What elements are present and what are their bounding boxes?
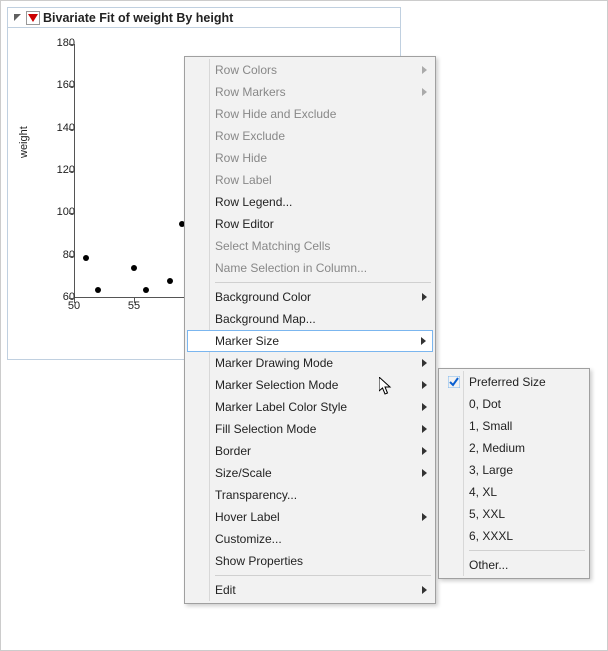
y-tick-label: 180	[47, 37, 75, 49]
menu-item[interactable]: Row Editor	[187, 213, 433, 235]
panel-title-bar: Bivariate Fit of weight By height	[8, 8, 400, 28]
submenu-item-label: 1, Small	[469, 419, 512, 433]
menu-item[interactable]: Fill Selection Mode	[187, 418, 433, 440]
menu-item-label: Customize...	[215, 532, 282, 546]
submenu-arrow-icon	[422, 447, 427, 455]
menu-item[interactable]: Border	[187, 440, 433, 462]
menu-item-label: Hover Label	[215, 510, 280, 524]
menu-item-label: Row Hide and Exclude	[215, 107, 336, 121]
y-tick-label: 140	[47, 122, 75, 134]
submenu-arrow-icon	[422, 293, 427, 301]
menu-item-label: Edit	[215, 583, 236, 597]
menu-item[interactable]: Marker Label Color Style	[187, 396, 433, 418]
y-tick-label: 80	[47, 249, 75, 261]
submenu-arrow-icon	[422, 88, 427, 96]
red-triangle-menu-icon[interactable]	[26, 11, 40, 25]
menu-item[interactable]: Customize...	[187, 528, 433, 550]
menu-item-label: Show Properties	[215, 554, 303, 568]
submenu-arrow-icon	[422, 513, 427, 521]
menu-separator	[215, 282, 431, 283]
submenu-item[interactable]: Preferred Size	[441, 371, 587, 393]
menu-item[interactable]: Background Color	[187, 286, 433, 308]
menu-item-label: Row Label	[215, 173, 272, 187]
context-menu: Row Colors Row Markers Row Hide and Exclud…	[184, 56, 436, 604]
submenu-item[interactable]: 6, XXXL	[441, 525, 587, 547]
y-tick-label: 160	[47, 79, 75, 91]
checkmark-icon	[447, 375, 461, 389]
menu-item-label: Marker Label Color Style	[215, 400, 347, 414]
menu-item: Row Markers	[187, 81, 433, 103]
menu-item: Row Hide and Exclude	[187, 103, 433, 125]
disclosure-triangle-icon[interactable]	[11, 12, 23, 24]
submenu-arrow-icon	[422, 469, 427, 477]
menu-item[interactable]: Size/Scale	[187, 462, 433, 484]
submenu-item-label: 3, Large	[469, 463, 513, 477]
submenu-arrow-icon	[422, 381, 427, 389]
menu-item[interactable]: Row Legend...	[187, 191, 433, 213]
menu-item-label: Background Color	[215, 290, 311, 304]
submenu-arrow-icon	[421, 337, 426, 345]
y-tick-label: 100	[47, 206, 75, 218]
submenu-item-label: 2, Medium	[469, 441, 525, 455]
menu-item-label: Fill Selection Mode	[215, 422, 316, 436]
menu-item-label: Select Matching Cells	[215, 239, 330, 253]
y-axis-label: weight	[18, 126, 30, 158]
menu-item-label: Border	[215, 444, 251, 458]
submenu-item[interactable]: 0, Dot	[441, 393, 587, 415]
menu-item-label: Marker Selection Mode	[215, 378, 338, 392]
submenu-arrow-icon	[422, 425, 427, 433]
menu-item[interactable]: Show Properties	[187, 550, 433, 572]
menu-item[interactable]: Marker Selection Mode	[187, 374, 433, 396]
data-point[interactable]	[95, 287, 101, 293]
menu-item[interactable]: Hover Label	[187, 506, 433, 528]
submenu-item[interactable]: 2, Medium	[441, 437, 587, 459]
menu-item-label: Marker Drawing Mode	[215, 356, 333, 370]
submenu-item[interactable]: 5, XXL	[441, 503, 587, 525]
submenu-item[interactable]: 3, Large	[441, 459, 587, 481]
submenu-item-label: 0, Dot	[469, 397, 501, 411]
menu-separator	[469, 550, 585, 551]
submenu-arrow-icon	[422, 586, 427, 594]
menu-item: Name Selection in Column...	[187, 257, 433, 279]
submenu-arrow-icon	[422, 359, 427, 367]
submenu-item-label: Other...	[469, 558, 508, 572]
submenu-item-label: 6, XXXL	[469, 529, 513, 543]
menu-item-label: Transparency...	[215, 488, 297, 502]
menu-item-label: Marker Size	[215, 334, 279, 348]
menu-item-label: Row Hide	[215, 151, 267, 165]
menu-item[interactable]: Marker Size	[187, 330, 433, 352]
menu-item-label: Background Map...	[215, 312, 316, 326]
menu-item: Row Exclude	[187, 125, 433, 147]
panel-title: Bivariate Fit of weight By height	[43, 11, 233, 25]
menu-item-label: Size/Scale	[215, 466, 272, 480]
menu-item-label: Row Markers	[215, 85, 286, 99]
menu-item: Select Matching Cells	[187, 235, 433, 257]
menu-item-label: Row Colors	[215, 63, 277, 77]
menu-item[interactable]: Transparency...	[187, 484, 433, 506]
menu-item-label: Row Exclude	[215, 129, 285, 143]
menu-item[interactable]: Background Map...	[187, 308, 433, 330]
submenu-item[interactable]: Other...	[441, 554, 587, 576]
data-point[interactable]	[143, 287, 149, 293]
menu-item-label: Row Editor	[215, 217, 274, 231]
submenu-item-label: Preferred Size	[469, 375, 546, 389]
y-tick-label: 120	[47, 164, 75, 176]
submenu-item[interactable]: 4, XL	[441, 481, 587, 503]
submenu-item-label: 4, XL	[469, 485, 497, 499]
menu-item: Row Hide	[187, 147, 433, 169]
submenu-item-label: 5, XXL	[469, 507, 505, 521]
marker-size-submenu: Preferred Size 0, Dot 1, Small 2, Medium 3, …	[438, 368, 590, 579]
menu-item[interactable]: Marker Drawing Mode	[187, 352, 433, 374]
menu-item[interactable]: Edit	[187, 579, 433, 601]
menu-item-label: Row Legend...	[215, 195, 292, 209]
menu-item: Row Label	[187, 169, 433, 191]
submenu-arrow-icon	[422, 403, 427, 411]
menu-separator	[215, 575, 431, 576]
menu-item-label: Name Selection in Column...	[215, 261, 367, 275]
data-point[interactable]	[83, 255, 89, 261]
submenu-arrow-icon	[422, 66, 427, 74]
menu-item: Row Colors	[187, 59, 433, 81]
submenu-item[interactable]: 1, Small	[441, 415, 587, 437]
